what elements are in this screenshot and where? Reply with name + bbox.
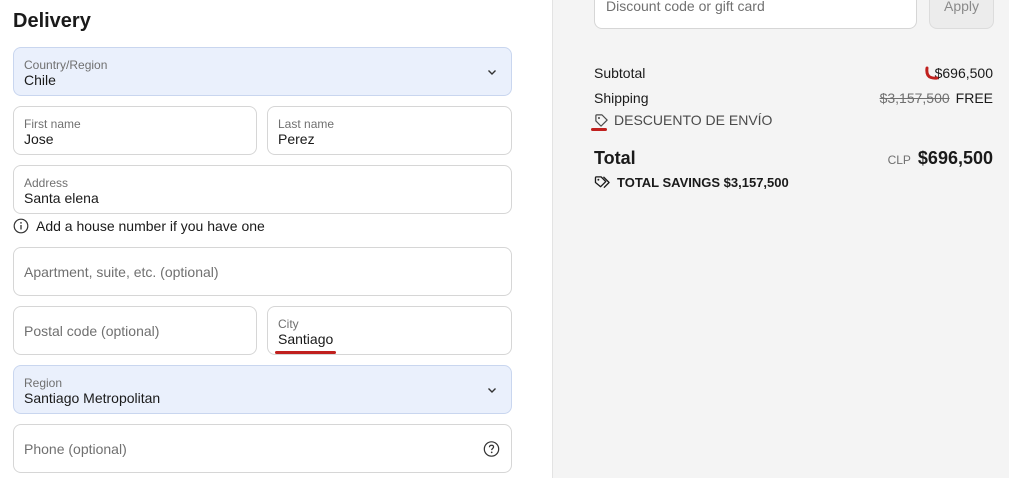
discount-annotation-underline — [591, 128, 607, 131]
chevron-down-icon — [488, 387, 496, 393]
shipping-discount-label: DESCUENTO DE ENVÍO — [614, 112, 773, 128]
total-value: $696,500 — [917, 148, 993, 168]
shipping-price: $3,157,500 FREE — [880, 90, 993, 106]
region-value: Santiago Metropolitan — [24, 390, 161, 406]
phone-placeholder: Phone (optional) — [24, 440, 127, 457]
phone-field[interactable]: Phone (optional) — [13, 424, 512, 473]
discount-placeholder: Discount code or gift card — [606, 0, 765, 14]
delivery-heading: Delivery — [13, 10, 91, 32]
last-name-field[interactable]: Last name Perez — [267, 106, 512, 155]
first-name-value: Jose — [24, 131, 54, 147]
chevron-down-icon — [488, 69, 496, 75]
address-hint-text: Add a house number if you have one — [36, 218, 265, 234]
first-name-label: First name — [24, 117, 81, 131]
postal-code-placeholder: Postal code (optional) — [24, 322, 160, 339]
country-label: Country/Region — [24, 58, 108, 72]
order-summary: Discount code or gift card Apply Subtota… — [552, 0, 1009, 478]
apply-button[interactable]: Apply — [929, 0, 994, 29]
country-value: Chile — [24, 72, 56, 88]
delivery-form: Delivery Country/Region Chile First name… — [0, 0, 552, 478]
total-savings-label: TOTAL SAVINGS $3,157,500 — [617, 175, 789, 190]
address-hint: Add a house number if you have one — [13, 218, 265, 234]
total-currency: CLP — [887, 153, 911, 167]
subtotal-value: $696,500 — [934, 65, 993, 81]
city-annotation-underline — [275, 351, 336, 354]
first-name-field[interactable]: First name Jose — [13, 106, 257, 155]
country-select[interactable]: Country/Region Chile — [13, 47, 512, 96]
region-label: Region — [24, 376, 63, 390]
total-label: Total — [594, 148, 636, 168]
help-icon[interactable] — [483, 440, 500, 457]
postal-code-field[interactable]: Postal code (optional) — [13, 306, 257, 355]
tag-icon — [595, 113, 608, 127]
total-value-group: CLP $696,500 — [888, 148, 993, 169]
city-field[interactable]: City Santiago — [267, 306, 512, 355]
address-field[interactable]: Address Santa elena — [13, 165, 512, 214]
address-value: Santa elena — [24, 190, 99, 206]
shipping-discount-line: DESCUENTO DE ENVÍO — [594, 112, 772, 128]
city-label: City — [278, 317, 299, 331]
city-value: Santiago — [278, 331, 334, 347]
apply-label: Apply — [943, 0, 980, 14]
last-name-value: Perez — [278, 131, 315, 147]
subtotal-annotation-mark — [925, 66, 939, 80]
shipping-original-price: $3,157,500 — [879, 90, 950, 106]
shipping-label: Shipping — [594, 90, 649, 106]
tags-icon — [594, 176, 610, 189]
apartment-field[interactable]: Apartment, suite, etc. (optional) — [13, 247, 512, 296]
last-name-label: Last name — [278, 117, 335, 131]
shipping-row: Shipping $3,157,500 FREE — [594, 90, 993, 106]
apartment-placeholder: Apartment, suite, etc. (optional) — [24, 263, 219, 280]
shipping-value: FREE — [955, 90, 993, 106]
address-label: Address — [24, 176, 69, 190]
subtotal-label: Subtotal — [594, 65, 646, 81]
region-select[interactable]: Region Santiago Metropolitan — [13, 365, 512, 414]
total-savings: TOTAL SAVINGS $3,157,500 — [594, 175, 789, 190]
discount-input[interactable]: Discount code or gift card — [594, 0, 917, 29]
info-icon — [13, 218, 29, 234]
